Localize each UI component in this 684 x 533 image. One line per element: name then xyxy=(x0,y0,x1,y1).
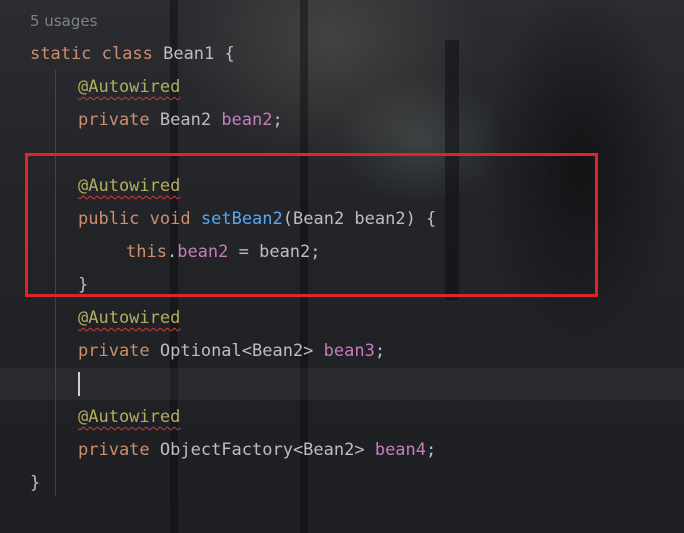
highlight-box xyxy=(25,153,598,297)
code-token: bean3 xyxy=(323,341,375,361)
code-token: @Autowired xyxy=(78,407,181,427)
code-token: Bean2 xyxy=(149,110,222,130)
code-token: private xyxy=(78,440,150,460)
code-token: class xyxy=(101,44,153,64)
code-token: ; xyxy=(374,341,386,361)
code-token: Optional<Bean2> xyxy=(149,341,324,361)
code-token: bean2 xyxy=(221,110,273,130)
code-token: ObjectFactory<Bean2> xyxy=(149,440,375,460)
code-token: bean4 xyxy=(374,440,427,460)
code-token: private xyxy=(78,341,150,361)
code-line[interactable]: private Optional<Bean2> bean3; xyxy=(78,335,385,368)
current-line-highlight xyxy=(0,368,684,400)
code-line[interactable]: static class Bean1 { xyxy=(30,38,235,71)
code-line[interactable]: @Autowired xyxy=(78,401,180,434)
code-line[interactable] xyxy=(78,368,80,401)
code-token: } xyxy=(30,473,41,493)
code-token: private xyxy=(78,110,150,130)
code-token: @Autowired xyxy=(78,77,181,97)
code-token: static xyxy=(30,44,92,64)
text-cursor xyxy=(78,372,80,396)
usages-hint[interactable]: 5 usages xyxy=(30,12,97,30)
code-token: ; xyxy=(272,110,283,130)
code-line[interactable]: } xyxy=(30,467,40,500)
code-line[interactable]: private ObjectFactory<Bean2> bean4; xyxy=(78,434,436,467)
code-token: @Autowired xyxy=(78,308,181,328)
code-line[interactable]: @Autowired xyxy=(78,71,180,104)
code-token: Bean1 { xyxy=(152,44,235,64)
code-line[interactable]: private Bean2 bean2; xyxy=(78,104,283,137)
code-token: ; xyxy=(426,440,437,460)
code-line[interactable]: @Autowired xyxy=(78,302,180,335)
